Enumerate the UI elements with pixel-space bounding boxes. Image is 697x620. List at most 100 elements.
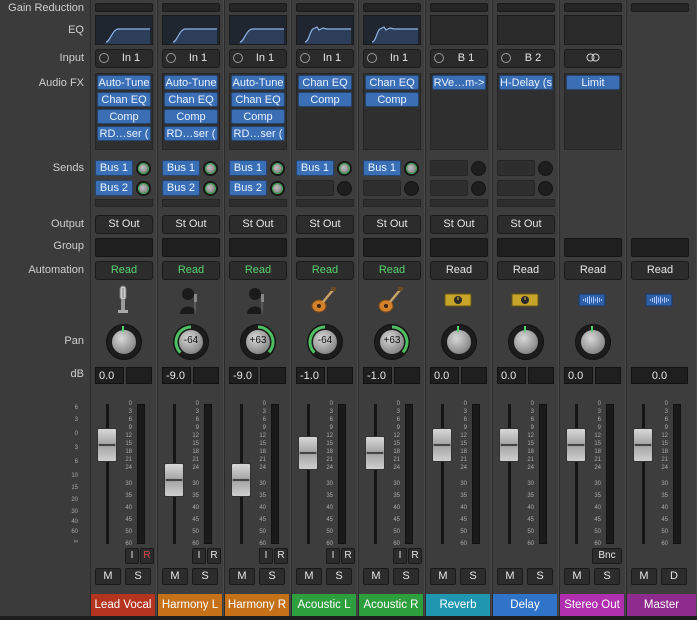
pan-knob[interactable] [441, 324, 477, 360]
volume-db-readout[interactable]: -1.0 [363, 367, 392, 384]
volume-fader-handle[interactable] [566, 428, 586, 463]
solo-button[interactable]: S [527, 568, 553, 585]
input-monitor-button[interactable]: I [326, 548, 340, 564]
peak-db-readout[interactable] [595, 367, 621, 384]
automation-mode-button[interactable]: Read [229, 261, 287, 280]
track-name[interactable]: Stereo Out [560, 594, 624, 616]
eq-thumbnail[interactable] [430, 15, 488, 45]
track-name[interactable]: Harmony R [225, 594, 289, 616]
input-button[interactable]: In 1 [229, 49, 287, 68]
volume-db-readout[interactable]: 0.0 [631, 367, 688, 384]
fx-slot[interactable]: Auto-Tune [231, 75, 285, 90]
send-slot[interactable] [497, 180, 535, 196]
track-name[interactable]: Acoustic R [359, 594, 423, 616]
fx-slot[interactable]: Comp [298, 92, 352, 107]
output-button[interactable]: St Out [229, 215, 287, 234]
automation-mode-button[interactable]: Read [430, 261, 488, 280]
record-enable-button[interactable]: R [341, 548, 355, 564]
pan-knob[interactable]: +63 [374, 324, 410, 360]
volume-fader-handle[interactable] [499, 428, 519, 463]
automation-mode-button[interactable]: Read [162, 261, 220, 280]
mute-button[interactable]: M [162, 568, 188, 585]
peak-db-readout[interactable] [394, 367, 420, 384]
record-enable-button[interactable]: R [207, 548, 221, 564]
fx-slot[interactable]: Chan EQ [365, 75, 419, 90]
send-slot[interactable]: Bus 1 [229, 160, 267, 176]
fx-slot[interactable]: Comp [164, 109, 218, 124]
peak-db-readout[interactable] [327, 367, 353, 384]
fx-slot[interactable]: Auto-Tune [164, 75, 218, 90]
group-slot[interactable] [162, 238, 220, 257]
volume-db-readout[interactable]: -9.0 [229, 367, 258, 384]
send-slot[interactable] [430, 160, 468, 176]
pan-knob[interactable] [508, 324, 544, 360]
pan-knob[interactable]: -64 [307, 324, 343, 360]
fx-slot[interactable]: RVe…m-> [432, 75, 486, 90]
solo-button[interactable]: S [259, 568, 285, 585]
output-button[interactable]: St Out [296, 215, 354, 234]
solo-button[interactable]: S [326, 568, 352, 585]
pan-knob[interactable]: +63 [240, 324, 276, 360]
volume-db-readout[interactable]: 0.0 [564, 367, 593, 384]
automation-mode-button[interactable]: Read [296, 261, 354, 280]
input-power-icon[interactable] [300, 53, 310, 63]
eq-thumbnail[interactable] [497, 15, 555, 45]
group-slot[interactable] [430, 238, 488, 257]
peak-db-readout[interactable] [461, 367, 487, 384]
send-slot[interactable]: Bus 2 [229, 180, 267, 196]
send-slot[interactable]: Bus 2 [95, 180, 133, 196]
fx-slot[interactable]: RD…ser ( [164, 126, 218, 141]
send-slot[interactable]: Bus 1 [296, 160, 334, 176]
mute-button[interactable]: M [296, 568, 322, 585]
input-button[interactable]: In 1 [162, 49, 220, 68]
send-slot[interactable] [296, 180, 334, 196]
volume-db-readout[interactable]: 0.0 [95, 367, 124, 384]
fx-slot[interactable]: Chan EQ [231, 92, 285, 107]
input-monitor-button[interactable]: I [393, 548, 407, 564]
send-slot[interactable] [497, 160, 535, 176]
automation-mode-button[interactable]: Read [497, 261, 555, 280]
automation-mode-button[interactable]: Read [631, 261, 689, 280]
track-name[interactable]: Acoustic L [292, 594, 356, 616]
input-button[interactable]: In 1 [95, 49, 153, 68]
group-slot[interactable] [296, 238, 354, 257]
input-monitor-button[interactable]: I [192, 548, 206, 564]
output-button[interactable]: St Out [162, 215, 220, 234]
output-button[interactable]: St Out [363, 215, 421, 234]
track-name[interactable]: Harmony L [158, 594, 222, 616]
input-button[interactable]: B 2 [497, 49, 555, 68]
solo-button[interactable]: S [460, 568, 486, 585]
send-slot-empty[interactable] [229, 199, 287, 207]
fx-slot[interactable]: Comp [97, 109, 151, 124]
record-enable-button[interactable]: R [140, 548, 154, 564]
record-enable-button[interactable]: R [274, 548, 288, 564]
input-power-icon[interactable] [434, 53, 444, 63]
mute-button[interactable]: M [564, 568, 590, 585]
send-level-knob[interactable] [270, 161, 285, 176]
peak-db-readout[interactable] [193, 367, 219, 384]
record-enable-button[interactable]: R [408, 548, 422, 564]
pan-knob[interactable] [575, 324, 611, 360]
automation-mode-button[interactable]: Read [564, 261, 622, 280]
mute-button[interactable]: M [631, 568, 657, 585]
eq-thumbnail[interactable] [229, 15, 287, 45]
automation-mode-button[interactable]: Read [95, 261, 153, 280]
track-name[interactable]: Lead Vocal [91, 594, 155, 616]
track-name[interactable]: Master [627, 594, 696, 616]
send-level-knob[interactable] [203, 181, 218, 196]
volume-db-readout[interactable]: 0.0 [430, 367, 459, 384]
send-slot[interactable]: Bus 2 [162, 180, 200, 196]
volume-fader-handle[interactable] [432, 428, 452, 463]
peak-db-readout[interactable] [126, 367, 152, 384]
group-slot[interactable] [564, 238, 622, 257]
pan-knob[interactable]: -64 [173, 324, 209, 360]
send-slot-empty[interactable] [95, 199, 153, 207]
output-button[interactable]: St Out [95, 215, 153, 234]
fx-slot[interactable]: RD…ser ( [231, 126, 285, 141]
send-slot-empty[interactable] [363, 199, 421, 207]
input-button[interactable]: In 1 [363, 49, 421, 68]
output-button[interactable]: St Out [497, 215, 555, 234]
send-level-knob[interactable] [471, 181, 486, 196]
input-button[interactable]: In 1 [296, 49, 354, 68]
send-level-knob[interactable] [203, 161, 218, 176]
